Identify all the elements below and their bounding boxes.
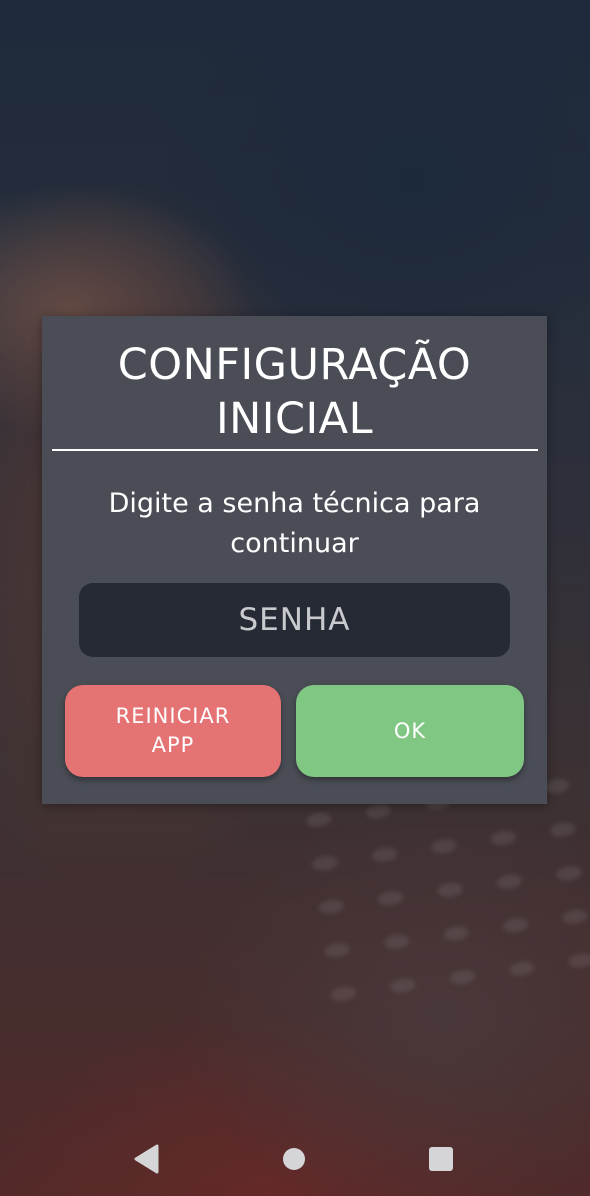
ok-button-label: OK <box>393 718 427 743</box>
restart-app-label-line1: REINICIAR <box>115 704 231 728</box>
system-navigation-bar <box>0 1122 590 1196</box>
home-button[interactable] <box>277 1142 311 1176</box>
restart-app-label-line2: APP <box>151 733 195 757</box>
title-divider <box>52 449 538 451</box>
restart-app-button[interactable]: REINICIAR APP <box>65 685 281 777</box>
triangle-back-icon <box>134 1144 159 1174</box>
initial-config-dialog: CONFIGURAÇÃO INICIAL Digite a senha técn… <box>42 316 547 804</box>
back-button[interactable] <box>129 1142 163 1176</box>
dialog-message-line2: continuar <box>230 528 359 559</box>
circle-home-icon <box>283 1148 305 1170</box>
password-input[interactable] <box>79 583 510 657</box>
dialog-title: CONFIGURAÇÃO INICIAL <box>42 338 547 446</box>
dialog-message-line1: Digite a senha técnica para <box>108 488 481 519</box>
dialog-title-line1: CONFIGURAÇÃO <box>117 340 472 390</box>
dialog-title-line2: INICIAL <box>215 394 374 444</box>
recents-button[interactable] <box>424 1142 458 1176</box>
dialog-message: Digite a senha técnica para continuar <box>62 484 527 564</box>
square-recents-icon <box>429 1147 453 1171</box>
restart-app-button-label: REINICIAR APP <box>116 702 231 760</box>
ok-button[interactable]: OK <box>296 685 524 777</box>
